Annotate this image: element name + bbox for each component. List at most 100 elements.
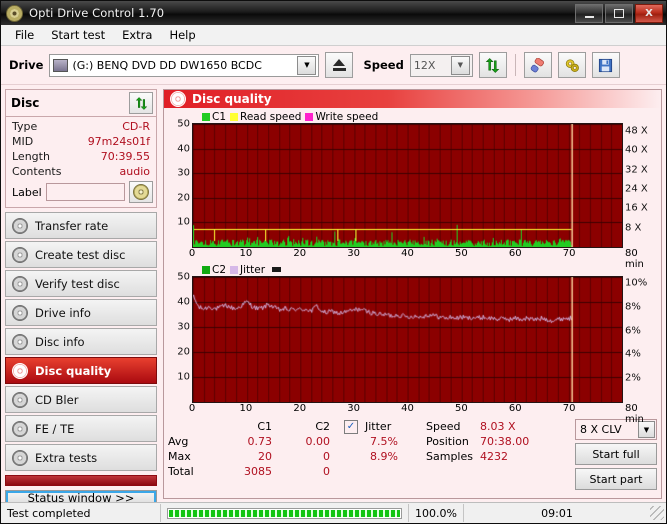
save-floppy-icon <box>599 58 613 72</box>
close-button[interactable]: X <box>635 4 663 23</box>
row-label-avg: Avg <box>168 435 189 448</box>
window-title: Opti Drive Control 1.70 <box>29 6 165 20</box>
save-button[interactable] <box>591 52 620 78</box>
jitter-checkbox[interactable]: ✓ <box>344 419 358 434</box>
legend-label: C2 <box>212 263 227 276</box>
toolbar-divider <box>514 54 516 76</box>
sidebar-item-label: Transfer rate <box>35 218 109 233</box>
refresh-icon <box>135 96 147 110</box>
x-tick-label: 20 <box>293 403 307 414</box>
y2-tick-label: 24 X <box>625 183 648 195</box>
sidebar-item-transfer-rate[interactable]: Transfer rate <box>5 212 157 239</box>
erase-button[interactable] <box>523 52 552 78</box>
status-message: Test completed <box>1 504 161 522</box>
c1-x-axis-unit: 80 min <box>625 248 644 270</box>
sidebar-item-disc-info[interactable]: Disc info <box>5 328 157 355</box>
y-tick-label: 40 <box>177 296 190 308</box>
x-tick-label: 60 <box>508 248 522 259</box>
cd-disc-icon <box>6 4 23 22</box>
legend-swatch-icon <box>202 265 210 274</box>
column-header-c1: C1 <box>257 420 272 433</box>
speed-value: 12X <box>413 58 436 72</box>
disc-row-type: Type CD-R <box>6 119 156 134</box>
y2-tick-label: 32 X <box>625 164 648 176</box>
eject-button[interactable] <box>325 52 354 78</box>
chevron-down-icon[interactable]: ▼ <box>297 55 317 75</box>
c2-chart-legend: C2 Jitter <box>166 263 659 276</box>
disc-row-key: MID <box>12 135 34 148</box>
drive-value: (G:) BENQ DVD DD DW1650 BCDC <box>72 58 262 72</box>
main-content: Disc quality C1 Read speed Write speed 1… <box>161 85 666 502</box>
y2-tick-label: 8% <box>625 301 641 313</box>
legend-write-speed: Write speed <box>305 111 378 123</box>
x-tick-label: 0 <box>188 248 196 259</box>
sidebar-item-disc-quality[interactable]: Disc quality <box>5 357 157 384</box>
sidebar-item-label: Drive info <box>35 305 91 320</box>
drive-select[interactable]: (G:) BENQ DVD DD DW1650 BCDC ▼ <box>49 53 320 77</box>
disc-quality-icon <box>170 91 186 107</box>
sidebar-item-create-test-disc[interactable]: Create test disc <box>5 241 157 268</box>
minimize-button[interactable] <box>575 4 603 23</box>
c2-y-axis-right: 2% 4% 6% 8% 10% <box>623 276 659 403</box>
value-c2-total: 0 <box>323 465 330 478</box>
menu-item-file[interactable]: File <box>7 26 42 44</box>
results-info-keys: Speed Position Samples <box>420 419 480 490</box>
settings-gears-icon <box>565 58 579 72</box>
legend-swatch-icon <box>202 112 210 121</box>
maximize-icon <box>614 9 624 18</box>
x-tick-label: 20 <box>293 248 307 259</box>
application-window: Opti Drive Control 1.70 X File Start tes… <box>0 0 667 524</box>
x-tick-label: 50 <box>455 403 468 414</box>
disc-panel: Disc Type CD-R MID 97m24s01f Length 70:3… <box>5 89 157 208</box>
maximize-button[interactable] <box>605 4 633 23</box>
speed-label: Speed <box>363 58 404 72</box>
disc-row-value: 70:39.55 <box>100 150 150 163</box>
disc-label-button[interactable] <box>129 181 153 203</box>
y-tick-label: 20 <box>177 192 190 204</box>
sidebar-item-label: Disc quality <box>35 363 112 378</box>
legend-jitter: Jitter <box>230 264 265 276</box>
sidebar-item-verify-test-disc[interactable]: Verify test disc <box>5 270 157 297</box>
legend-marker-icon <box>272 267 282 272</box>
menu-item-start-test[interactable]: Start test <box>43 26 113 44</box>
sidebar-item-fe-te[interactable]: FE / TE <box>5 415 157 442</box>
sidebar-item-drive-info[interactable]: Drive info <box>5 299 157 326</box>
sidebar-item-cd-bler[interactable]: CD Bler <box>5 386 157 413</box>
legend-swatch-icon <box>305 112 314 121</box>
start-full-button[interactable]: Start full <box>575 443 657 465</box>
y-tick-label: 10 <box>177 216 190 228</box>
row-label-max: Max <box>168 450 191 463</box>
resize-grip-icon[interactable] <box>650 506 664 520</box>
sidebar-item-extra-tests[interactable]: Extra tests <box>5 444 157 471</box>
disc-row-key: Type <box>12 120 38 133</box>
info-value-speed: 8.03 X <box>480 420 516 433</box>
chevron-down-icon[interactable]: ▼ <box>450 55 470 75</box>
results-actions: 8 X CLV ▼ Start full Start part <box>575 419 657 490</box>
y2-tick-label: 10% <box>625 277 648 289</box>
x-tick-label: 40 <box>401 248 414 259</box>
column-header-jitter: Jitter <box>365 420 392 433</box>
sidebar-item-label: CD Bler <box>35 392 79 407</box>
legend-read-speed: Read speed <box>230 111 301 123</box>
drive-toolbar: Drive (G:) BENQ DVD DD DW1650 BCDC ▼ Spe… <box>1 46 666 85</box>
legend-swatch-icon <box>230 265 239 274</box>
disc-label-key: Label <box>12 185 42 199</box>
disc-row-contents: Contents audio <box>6 164 156 179</box>
menu-item-help[interactable]: Help <box>161 26 203 44</box>
results-col-c2: C2 0.00 0 0 <box>272 419 331 490</box>
c2-y-axis-left: 10 20 30 40 50 <box>166 272 192 403</box>
menu-item-extra[interactable]: Extra <box>114 26 160 44</box>
sidebar-item-label: FE / TE <box>35 421 75 436</box>
disc-fete-icon <box>12 420 28 437</box>
legend-label: Jitter <box>240 263 266 276</box>
legend-label: Write speed <box>315 110 379 123</box>
start-part-button[interactable]: Start part <box>575 468 657 490</box>
settings-button[interactable] <box>557 52 586 78</box>
disc-label-input[interactable] <box>45 183 125 201</box>
nav-accent-strip <box>5 475 157 486</box>
disc-refresh-button[interactable] <box>129 92 153 114</box>
speed-select[interactable]: 12X ▼ <box>409 53 473 77</box>
info-key-speed: Speed <box>426 420 461 433</box>
value-c1-total: 3085 <box>244 465 272 478</box>
refresh-button[interactable] <box>478 52 507 78</box>
